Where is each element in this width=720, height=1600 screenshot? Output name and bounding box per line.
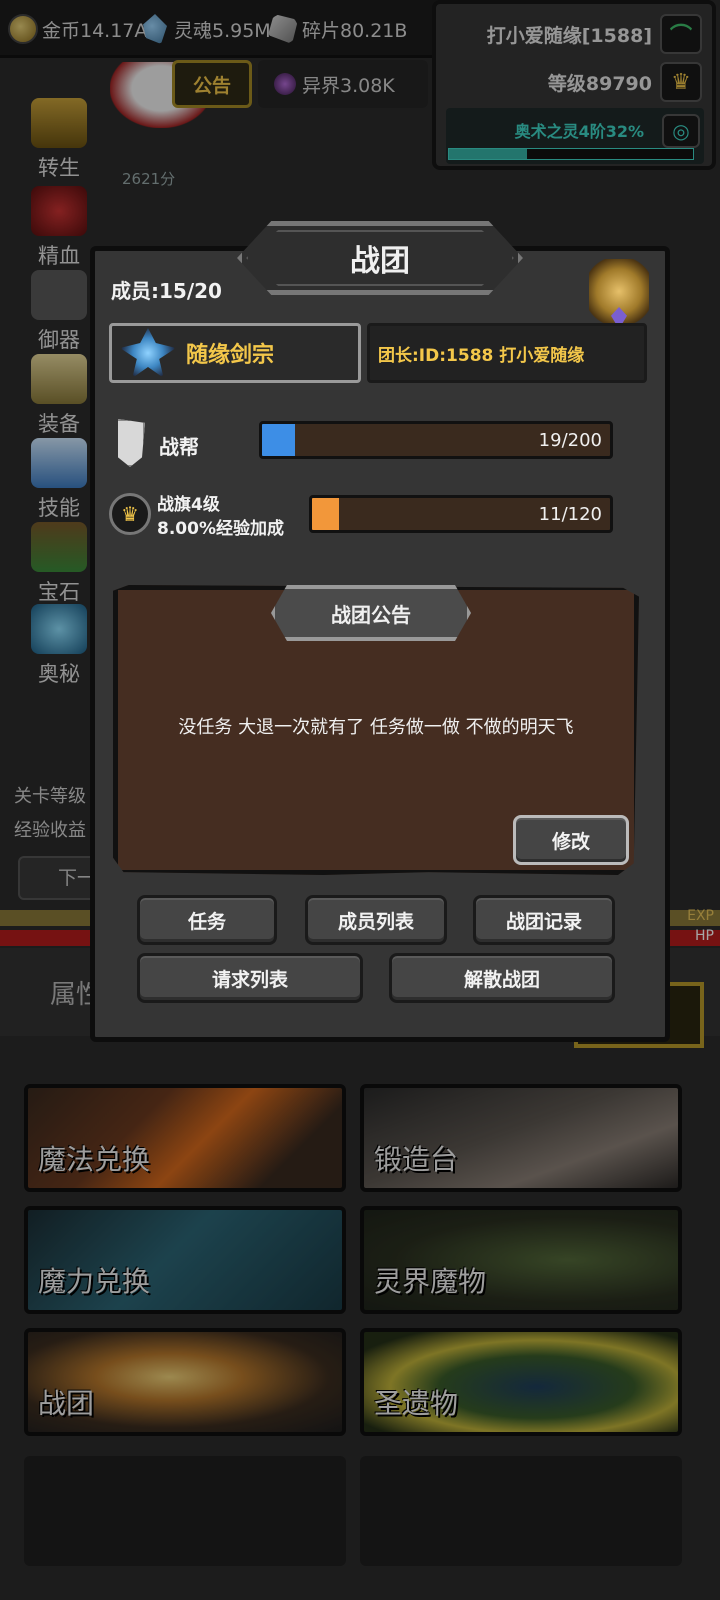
member-count: 成员:15/20 xyxy=(111,279,222,303)
stat2-progress-bar: 11/120 xyxy=(309,495,613,533)
tasks-button[interactable]: 任务 xyxy=(137,895,277,945)
disband-guild-button[interactable]: 解散战团 xyxy=(389,953,615,1003)
stat2-progress-fill xyxy=(312,498,340,530)
guild-records-button[interactable]: 战团记录 xyxy=(473,895,615,945)
announcement-text: 没任务 大退一次就有了 任务做一做 不做的明天飞 xyxy=(178,717,574,738)
shield-icon xyxy=(118,419,145,467)
guild-leader-panel: 团长:ID:1588 打小爱随缘 xyxy=(367,323,647,383)
dialog-title: 战团 xyxy=(237,221,523,295)
edit-announcement-button[interactable]: 修改 xyxy=(513,815,629,865)
stat1-progress-fill xyxy=(262,424,296,456)
request-list-button[interactable]: 请求列表 xyxy=(137,953,363,1003)
stat-label: 战帮 xyxy=(159,435,199,459)
guild-crest-icon xyxy=(120,328,176,378)
banner-label: 战旗4级 8.00%经验加成 xyxy=(157,495,284,539)
banner-crown-icon: ♛ xyxy=(109,493,151,535)
guild-name-panel: 随缘剑宗 xyxy=(109,323,361,383)
announcement-title: 战团公告 xyxy=(271,585,471,641)
guild-emblem-icon xyxy=(589,259,649,331)
member-list-button[interactable]: 成员列表 xyxy=(305,895,447,945)
stat1-progress-bar: 19/200 xyxy=(259,421,613,459)
guild-dialog: 战团 成员:15/20 随缘剑宗 团长:ID:1588 打小爱随缘 战帮 19/… xyxy=(90,221,670,1042)
